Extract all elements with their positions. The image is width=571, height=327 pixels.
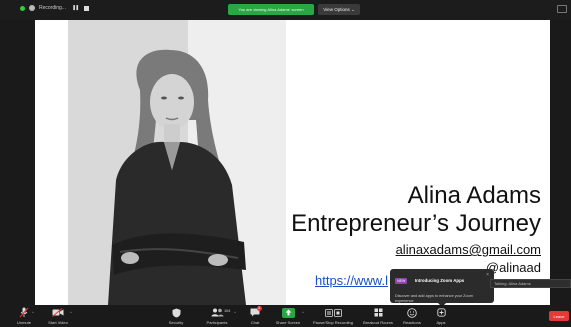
smiley-icon <box>407 307 417 318</box>
start-video-button[interactable]: Start Video <box>44 305 72 327</box>
start-video-label: Start Video <box>48 320 68 325</box>
share-screen-label: Share Screen <box>275 320 301 325</box>
presenter-portrait-image <box>68 20 286 305</box>
reactions-label: Reactions <box>403 320 421 325</box>
reactions-button[interactable]: Reactions <box>400 305 424 327</box>
recording-label: Recording... <box>39 5 66 11</box>
apps-label: Apps <box>436 320 446 325</box>
slide-name-heading: Alina Adams <box>407 182 541 209</box>
view-options-button[interactable]: View Options ⌄ <box>318 4 360 15</box>
slide-social-handle: @alinaad <box>485 260 541 275</box>
pause-stop-icon <box>324 307 342 318</box>
fullscreen-icon[interactable] <box>557 5 567 13</box>
pause-recording-icon[interactable]: ❚❚ <box>72 5 79 11</box>
close-icon[interactable]: × <box>486 272 489 278</box>
pause-stop-recording-label: Pause/Stop Recording <box>312 320 354 325</box>
participants-icon <box>211 307 224 318</box>
share-screen-icon <box>281 307 295 318</box>
chat-label: Chat <box>250 320 260 325</box>
stop-recording-icon[interactable] <box>84 5 90 11</box>
security-shield-icon <box>20 5 25 11</box>
apps-button[interactable]: Apps <box>430 305 452 327</box>
leave-button[interactable]: Leave <box>549 311 569 321</box>
shared-screen: Alina Adams Entrepreneur’s Journey alina… <box>35 20 550 305</box>
chat-badge: 3 <box>256 306 262 311</box>
participants-label: Participants <box>206 320 228 325</box>
meeting-toolbar: Unmute ^ Start Video ^ Security Particip… <box>0 305 571 327</box>
slide-subtitle: Entrepreneur’s Journey <box>291 210 541 237</box>
audio-options-chevron-icon[interactable]: ^ <box>32 310 34 315</box>
recording-dot-icon <box>29 5 35 11</box>
chat-button[interactable]: 3 Chat <box>244 305 266 327</box>
viewing-screen-banner: You are viewing Alina Adams' screen <box>228 4 314 15</box>
apps-icon <box>436 307 446 318</box>
recording-indicator[interactable]: Recording... ❚❚ <box>20 5 90 11</box>
breakout-rooms-button[interactable]: Breakout Rooms <box>361 305 395 327</box>
video-options-chevron-icon[interactable]: ^ <box>70 310 72 315</box>
unmute-label: Unmute <box>16 320 31 325</box>
zoom-apps-popup[interactable]: NEW Introducing Zoom Apps × Discover and… <box>390 269 494 303</box>
security-label: Security <box>168 320 184 325</box>
share-screen-icon-wrap <box>281 307 295 318</box>
participants-count: 104 <box>224 309 231 313</box>
shield-icon <box>172 307 181 318</box>
slide-email-link[interactable]: alinaxadams@gmail.com <box>396 242 541 257</box>
share-screen-button[interactable]: Share Screen <box>272 305 304 327</box>
talking-indicator: Talking: Alina Adams <box>490 279 571 288</box>
new-badge: NEW <box>395 277 408 284</box>
slide-website-link[interactable]: https://www.l <box>315 273 388 288</box>
microphone-muted-icon <box>19 307 29 318</box>
breakout-rooms-icon <box>374 307 383 318</box>
presenter-photo <box>68 20 286 305</box>
unmute-button[interactable]: Unmute <box>12 305 36 327</box>
security-button[interactable]: Security <box>164 305 188 327</box>
participants-options-chevron-icon[interactable]: ^ <box>234 310 236 315</box>
popup-title: Introducing Zoom Apps <box>414 278 465 284</box>
top-bar: Recording... ❚❚ You are viewing Alina Ad… <box>0 0 571 20</box>
breakout-rooms-label: Breakout Rooms <box>363 320 393 325</box>
pause-stop-recording-button[interactable]: Pause/Stop Recording <box>309 305 357 327</box>
share-options-chevron-icon[interactable]: ^ <box>302 310 304 315</box>
video-off-icon <box>52 307 64 318</box>
